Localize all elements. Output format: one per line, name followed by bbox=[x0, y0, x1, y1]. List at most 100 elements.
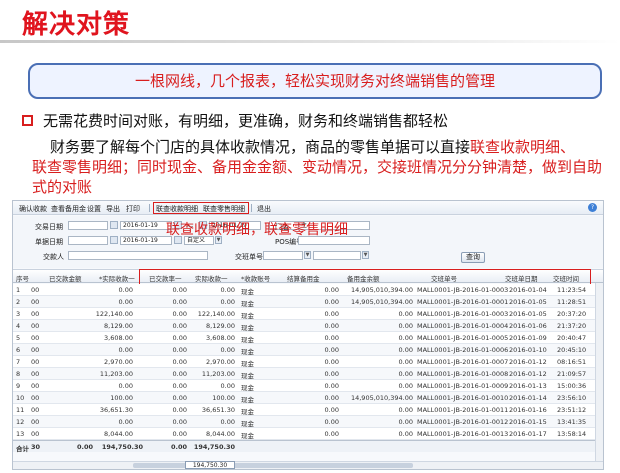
shift-doc-date-cell: 2016-01-17 bbox=[509, 430, 547, 438]
settings-button[interactable]: 设置 bbox=[87, 204, 101, 214]
table-row[interactable]: 5 00 3,608.00 0.00 3,608.00 现金 0.00 0.00 MALL000… bbox=[13, 332, 603, 344]
table-row[interactable]: 8 00 11,203.00 0.00 11,203.00 现金 0.00 0.00 MALL0… bbox=[13, 368, 603, 380]
row-index-cell: 3 bbox=[16, 310, 21, 318]
table-row[interactable]: 13 00 8,044.00 0.00 8,044.00 现金 0.00 0.00 MALL00… bbox=[13, 428, 603, 440]
export-button[interactable]: 导出 bbox=[106, 204, 120, 214]
row-code-cell: 00 bbox=[31, 406, 40, 414]
slide-title: 解决对策 bbox=[22, 10, 131, 40]
calendar-icon[interactable] bbox=[110, 221, 118, 229]
header-cell[interactable]: *实际收款一 bbox=[99, 273, 135, 283]
print-button[interactable]: 打印 bbox=[126, 204, 140, 214]
row-index-cell: 2 bbox=[16, 298, 21, 306]
header-cell[interactable]: 已交款金额 bbox=[49, 273, 82, 283]
actual-received-cell: 11,203.00 bbox=[201, 370, 235, 378]
account-cell: 现金 bbox=[241, 432, 254, 440]
shift-time-cell: 23:51:12 bbox=[557, 406, 587, 414]
table-row[interactable]: 9 00 0.00 0.00 0.00 现金 0.00 0.00 MALL0001-JB-201… bbox=[13, 380, 603, 392]
actual-received-cell: 3,608.00 bbox=[206, 334, 235, 342]
scrollbar-thumb[interactable] bbox=[133, 463, 413, 468]
row-code-cell: 00 bbox=[31, 310, 40, 318]
shift-doc-no-cell: MALL0001-JB-2016-01-0007 bbox=[417, 358, 509, 366]
reserve-balance-cell: 14,905,010,394.00 bbox=[350, 394, 413, 402]
table-row[interactable]: 4 00 8,129.00 0.00 8,129.00 现金 0.00 0.00 MALL000… bbox=[13, 320, 603, 332]
doc-date-start[interactable]: 2016-01-19 bbox=[120, 236, 172, 245]
trade-date-label: 交易日期 bbox=[35, 223, 63, 231]
trade-date-start[interactable]: 2016-01-19 bbox=[120, 221, 172, 230]
actual-received-cell: 0.00 bbox=[220, 418, 235, 426]
row-index-cell: 4 bbox=[16, 322, 21, 330]
shift-doc-label: 交班单号 bbox=[235, 253, 263, 261]
toolbar: 确认收款 查看备用金 设置 导出 打印 联查收款明细 联查零售明细 退出 ? bbox=[13, 201, 603, 215]
shift-doc-date-cell: 2016-01-14 bbox=[509, 394, 547, 402]
total-row: 合计 30 0.00 194,750.30 0.00 194,750.30 bbox=[13, 440, 603, 453]
shift-doc-no-cell: MALL0001-JB-2016-01-0010 bbox=[417, 394, 509, 402]
received-rate-cell: 0.00 bbox=[172, 346, 187, 354]
shift-doc-no-cell: MALL0001-JB-2016-01-0012 bbox=[417, 418, 509, 426]
table-row[interactable]: 1 00 0.00 0.00 0.00 现金 0.00 14,905,010,394.00 MA… bbox=[13, 284, 603, 296]
received-amount-cell: 2,970.00 bbox=[104, 358, 133, 366]
received-amount-cell: 122,140.00 bbox=[95, 310, 133, 318]
horizontal-scrollbar[interactable] bbox=[13, 461, 603, 469]
para-red-text-1: 联查收款明细、 bbox=[470, 138, 576, 156]
received-amount-cell: 0.00 bbox=[118, 298, 133, 306]
received-amount-cell: 8,044.00 bbox=[104, 430, 133, 438]
row-index-cell: 8 bbox=[16, 370, 21, 378]
account-cell: 现金 bbox=[241, 360, 254, 368]
actual-received-cell: 0.00 bbox=[220, 298, 235, 306]
account-cell: 现金 bbox=[241, 372, 254, 380]
account-cell: 现金 bbox=[241, 384, 254, 392]
table-row[interactable]: 6 00 0.00 0.00 0.00 现金 0.00 0.00 MALL0001-JB-201… bbox=[13, 344, 603, 356]
square-bullet-icon bbox=[22, 115, 33, 126]
calendar-icon[interactable] bbox=[110, 236, 118, 244]
shift-doc-date-cell: 2016-01-12 bbox=[509, 370, 547, 378]
chevron-down-icon[interactable]: ▼ bbox=[304, 251, 311, 259]
row-code-cell: 00 bbox=[31, 334, 40, 342]
shift-time-cell: 11:23:54 bbox=[557, 286, 587, 294]
shift-doc-no-cell: MALL0001-JB-2016-01-0006 bbox=[417, 346, 509, 354]
received-rate-cell: 0.00 bbox=[172, 322, 187, 330]
payer-input[interactable] bbox=[68, 251, 208, 260]
trade-date-display bbox=[68, 221, 108, 230]
actual-received-cell: 36,651.30 bbox=[201, 406, 235, 414]
table-row[interactable]: 11 00 36,651.30 0.00 36,651.30 现金 0.00 0.00 MALL… bbox=[13, 404, 603, 416]
vertical-scrollbar[interactable] bbox=[595, 283, 603, 461]
row-code-cell: 00 bbox=[31, 298, 40, 306]
actual-received-cell: 0.00 bbox=[220, 382, 235, 390]
shift-doc-date-cell: 2016-01-06 bbox=[509, 322, 547, 330]
sum-popup: 194,750.30 bbox=[185, 461, 235, 469]
query-button[interactable]: 查询 bbox=[461, 252, 485, 263]
toolbar-highlight-box bbox=[153, 202, 249, 214]
exit-button[interactable]: 退出 bbox=[257, 204, 271, 214]
actual-received-cell: 8,044.00 bbox=[206, 430, 235, 438]
received-amount-cell: 3,608.00 bbox=[104, 334, 133, 342]
shift-doc-no-cell: MALL0001-JB-2016-01-0008 bbox=[417, 370, 509, 378]
shift-doc-no-cell: MALL0001-JB-2016-01-0001 bbox=[417, 298, 509, 306]
shift-doc-input[interactable] bbox=[263, 251, 303, 260]
table-row[interactable]: 12 00 0.00 0.00 0.00 现金 0.00 0.00 MALL0001-JB-20… bbox=[13, 416, 603, 428]
account-cell: 现金 bbox=[241, 300, 254, 308]
reserve-balance-cell: 0.00 bbox=[398, 358, 413, 366]
para-red-text-2: 联查零售明细；同时现金、备用金金额、变动情况，交接班情况分分钟清楚，做到自助式的… bbox=[32, 158, 603, 196]
table-row[interactable]: 10 00 100.00 0.00 100.00 现金 0.00 14,905,010,394… bbox=[13, 392, 603, 404]
toolbar-separator bbox=[251, 204, 252, 212]
received-rate-cell: 0.00 bbox=[172, 286, 187, 294]
header-cell[interactable]: 序号 bbox=[16, 273, 29, 283]
total-cell: 合计 bbox=[16, 445, 29, 453]
table-row[interactable]: 3 00 122,140.00 0.00 122,140.00 现金 0.00 0.00 MAL… bbox=[13, 308, 603, 320]
row-code-cell: 00 bbox=[31, 322, 40, 330]
view-reserve-button[interactable]: 查看备用金 bbox=[51, 204, 86, 214]
chevron-down-icon[interactable]: ▼ bbox=[362, 251, 369, 259]
total-cell: 0.00 bbox=[170, 443, 187, 451]
table-row[interactable]: 7 00 2,970.00 0.00 2,970.00 现金 0.00 0.00 MALL000… bbox=[13, 356, 603, 368]
row-index-cell: 9 bbox=[16, 382, 21, 390]
confirm-receipt-button[interactable]: 确认收款 bbox=[19, 204, 47, 214]
grid-header: 序号 已交款金额 *实际收款一 已交款率一 实际收款一 *收款账号 结算备用金 … bbox=[13, 269, 603, 285]
received-rate-cell: 0.00 bbox=[172, 430, 187, 438]
received-amount-cell: 0.00 bbox=[118, 382, 133, 390]
row-code-cell: 00 bbox=[31, 346, 40, 354]
row-code-cell: 00 bbox=[31, 370, 40, 378]
toolbar-separator bbox=[149, 204, 150, 212]
table-row[interactable]: 2 00 0.00 0.00 0.00 现金 0.00 14,905,010,394.00 MA… bbox=[13, 296, 603, 308]
shift-doc-input-2[interactable] bbox=[313, 251, 361, 260]
help-icon[interactable]: ? bbox=[588, 203, 597, 212]
